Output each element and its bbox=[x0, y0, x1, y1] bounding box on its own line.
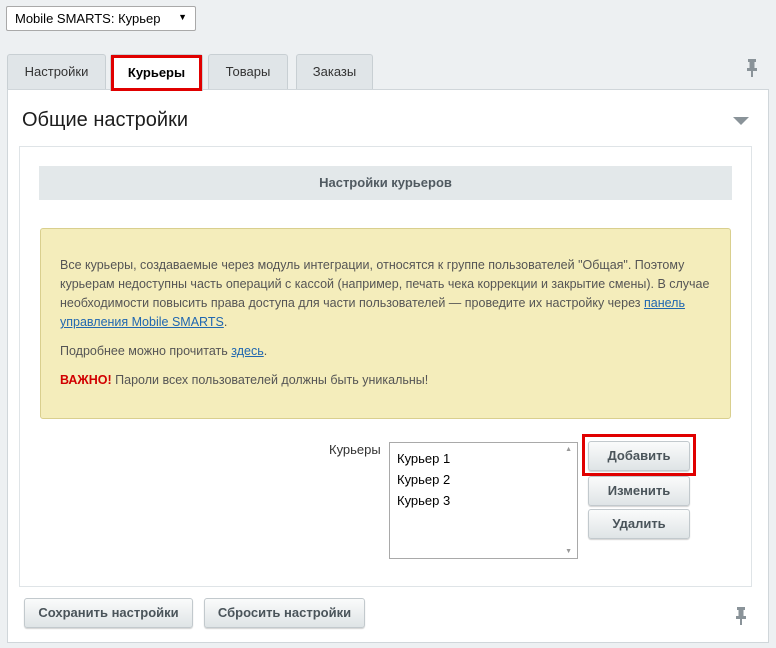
notice-text: Подробнее можно прочитать bbox=[60, 344, 228, 358]
save-settings-button[interactable]: Сохранить настройки bbox=[24, 598, 193, 628]
important-label: ВАЖНО! bbox=[60, 373, 112, 387]
notice-paragraph-2: Подробнее можно прочитать здесь. bbox=[60, 342, 712, 361]
tab-label: Настройки bbox=[24, 64, 89, 79]
notice-text-end: . bbox=[263, 344, 268, 358]
notice-paragraph-3: ВАЖНО! Пароли всех пользователей должны … bbox=[60, 371, 712, 390]
tab-products[interactable]: Товары bbox=[208, 54, 288, 90]
couriers-listbox[interactable]: Курьер 1 Курьер 2 Курьер 3 ▲ ▼ bbox=[389, 442, 578, 559]
notice-text: Все курьеры, создаваемые через модуль ин… bbox=[60, 258, 710, 310]
tab-label: Товары bbox=[225, 64, 271, 79]
scroll-down-icon[interactable]: ▼ bbox=[565, 548, 572, 555]
list-item[interactable]: Курьер 3 bbox=[390, 490, 562, 511]
couriers-label: Курьеры bbox=[329, 442, 381, 457]
reset-settings-button[interactable]: Сбросить настройки bbox=[204, 598, 365, 628]
tab-settings[interactable]: Настройки bbox=[7, 54, 106, 90]
details-link[interactable]: здесь bbox=[231, 344, 263, 358]
tab-couriers[interactable]: Курьеры bbox=[110, 54, 203, 91]
section-title: Настройки курьеров bbox=[39, 166, 732, 200]
delete-courier-button[interactable]: Удалить bbox=[588, 509, 690, 539]
info-notice: Все курьеры, создаваемые через модуль ин… bbox=[40, 228, 731, 419]
add-courier-button[interactable]: Добавить bbox=[588, 441, 690, 471]
list-item[interactable]: Курьер 2 bbox=[390, 469, 562, 490]
panel-title: Общие настройки bbox=[22, 109, 188, 131]
notice-text-end: . bbox=[223, 315, 228, 329]
dropdown-arrow-icon: ▼ bbox=[178, 12, 187, 22]
notice-paragraph-1: Все курьеры, создаваемые через модуль ин… bbox=[60, 256, 712, 332]
tab-label: Курьеры bbox=[127, 65, 186, 80]
list-item[interactable]: Курьер 1 bbox=[390, 448, 562, 469]
important-text: Пароли всех пользователей должны быть ун… bbox=[115, 373, 429, 387]
pin-icon[interactable] bbox=[745, 58, 759, 83]
tab-label: Заказы bbox=[312, 64, 357, 79]
tab-orders[interactable]: Заказы bbox=[296, 54, 373, 90]
module-select[interactable]: Mobile SMARTS: Курьер ▼ bbox=[6, 6, 196, 31]
scroll-up-icon[interactable]: ▲ bbox=[565, 446, 572, 453]
edit-courier-button[interactable]: Изменить bbox=[588, 476, 690, 506]
collapse-triangle-icon[interactable] bbox=[733, 117, 749, 125]
pin-icon[interactable] bbox=[734, 606, 748, 631]
module-select-value: Mobile SMARTS: Курьер bbox=[15, 11, 161, 26]
